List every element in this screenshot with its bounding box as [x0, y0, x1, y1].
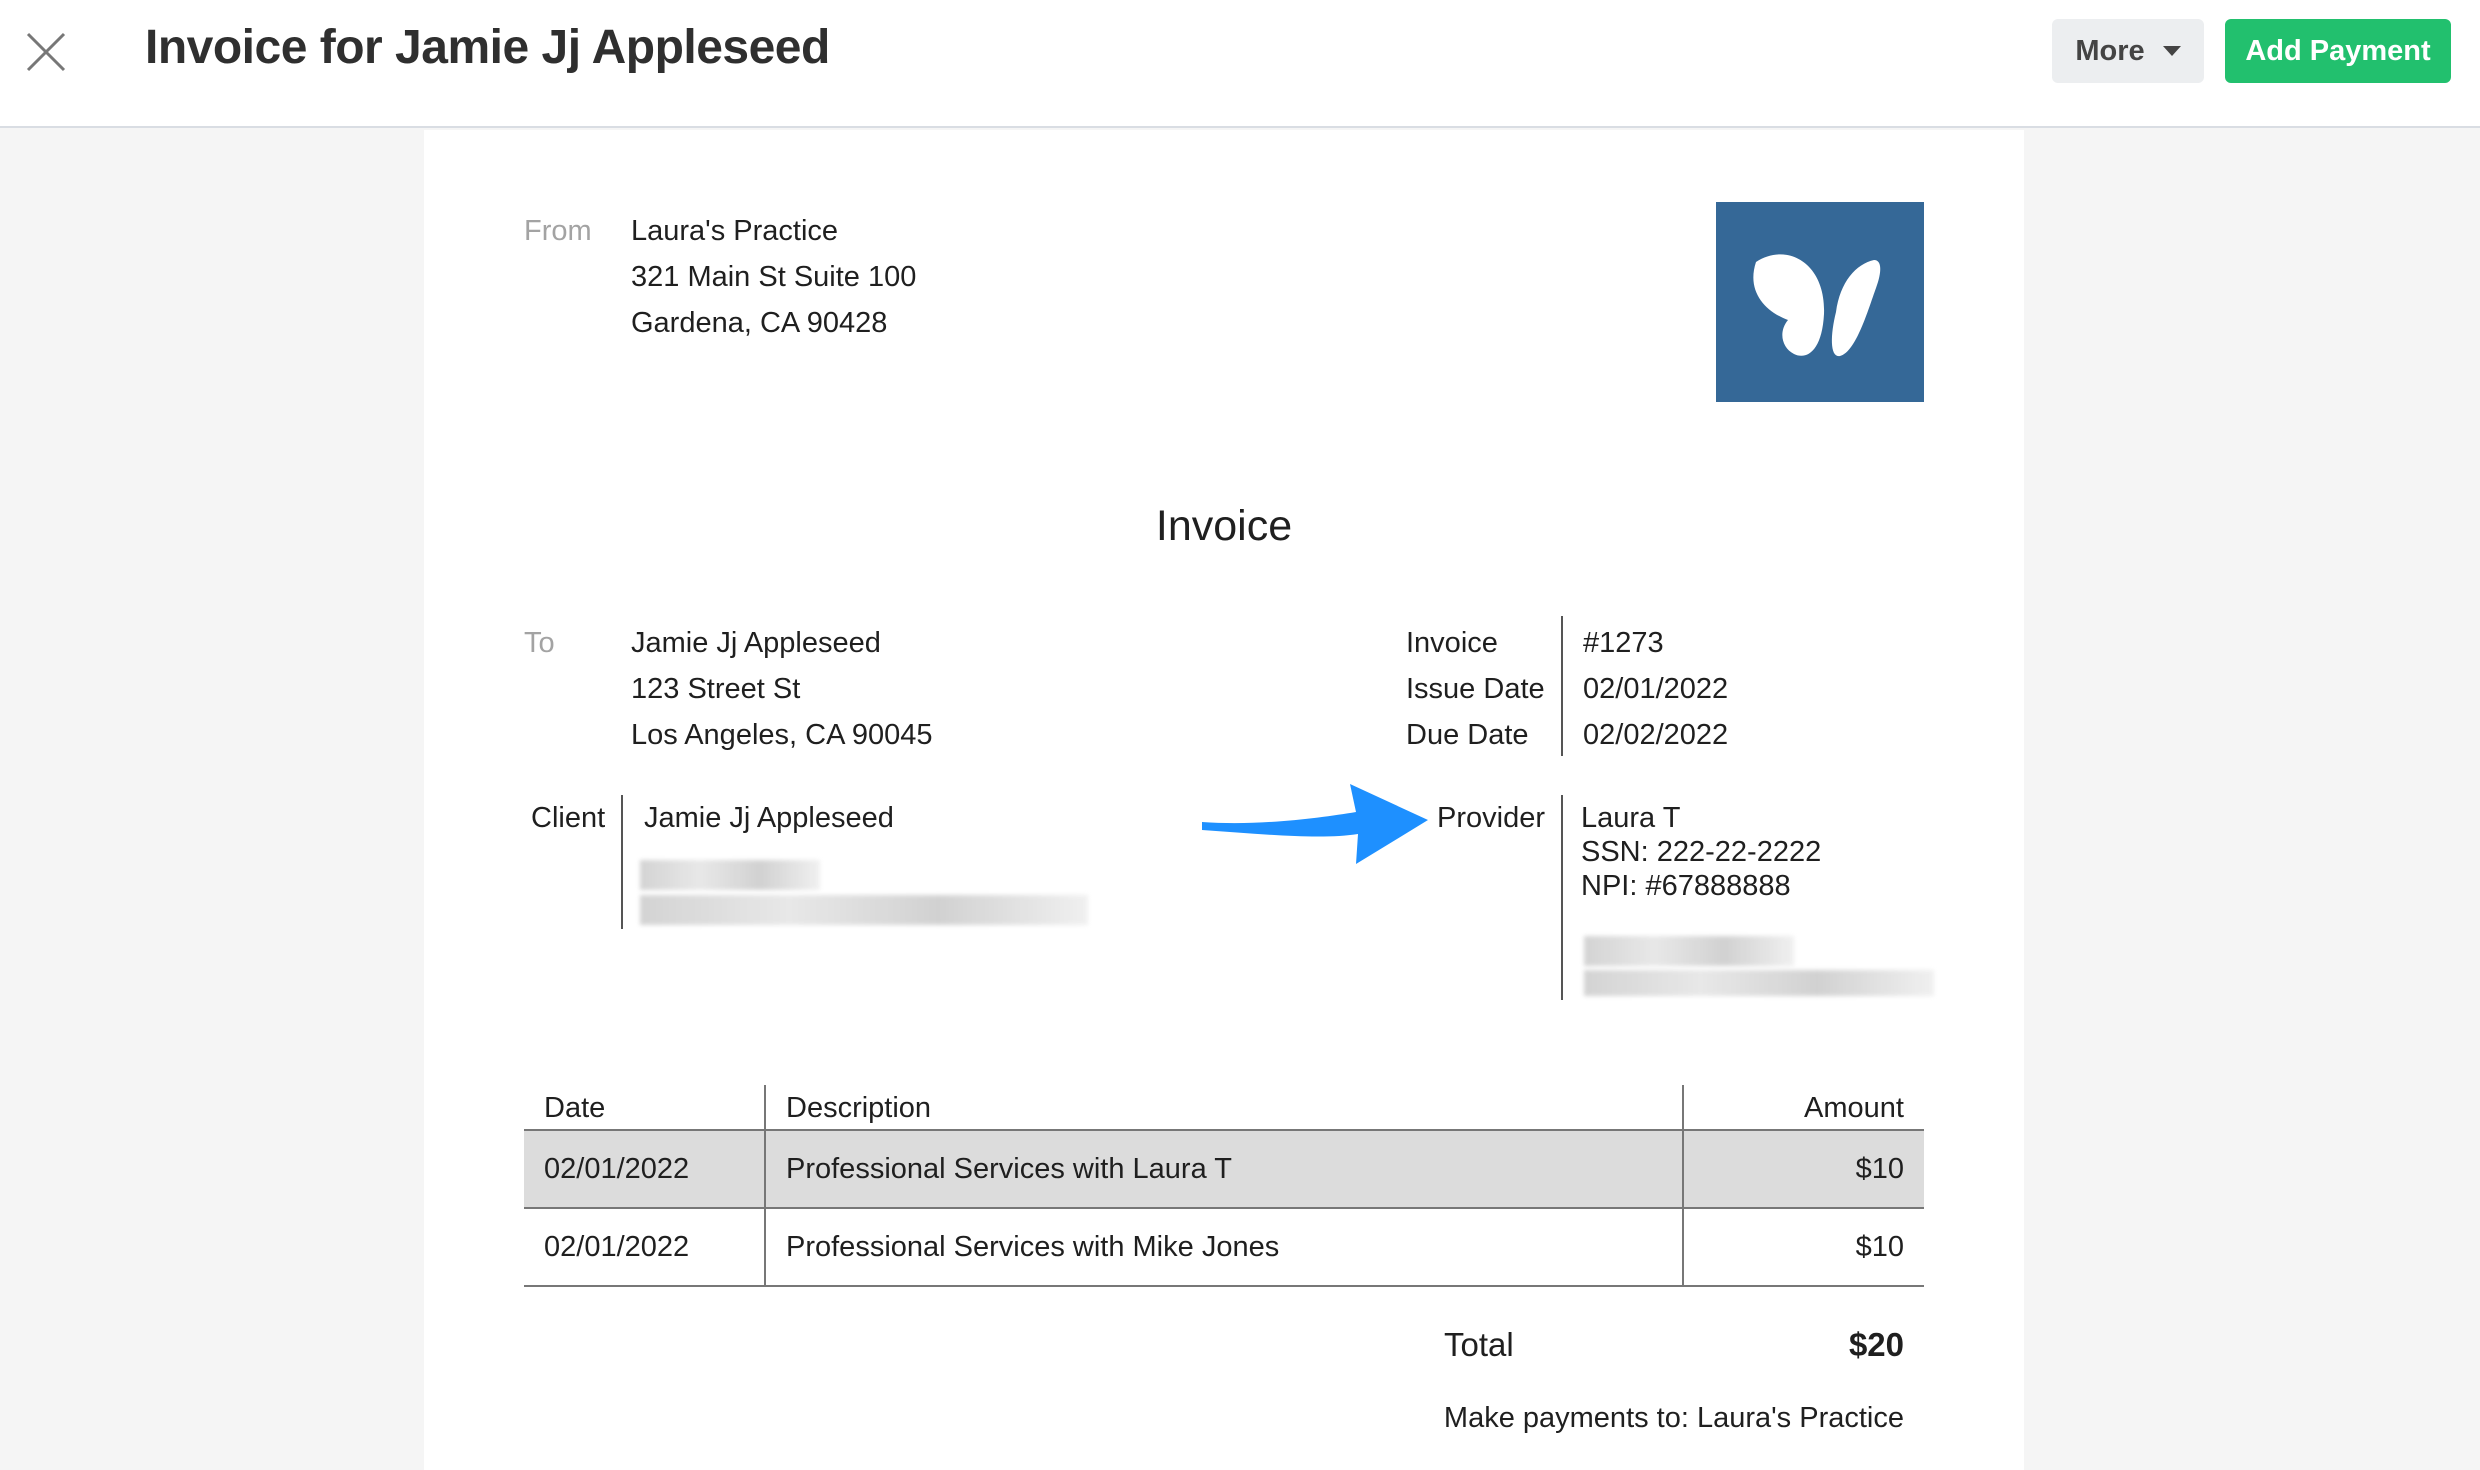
invoice-number-value: #1273 — [1583, 627, 1664, 659]
provider-ssn: SSN: 222-22-2222 — [1581, 836, 1822, 868]
invoice-meta-values: #1273 02/01/2022 02/02/2022 — [1583, 620, 1728, 758]
line-items-table: Date Description Amount 02/01/2022 Profe… — [524, 1085, 1924, 1287]
to-line: Los Angeles, CA 90045 — [631, 719, 933, 751]
redacted-client-info — [640, 895, 1088, 925]
from-address: Laura's Practice 321 Main St Suite 100 G… — [631, 208, 916, 346]
row-amount: $10 — [1683, 1130, 1924, 1209]
from-line: Gardena, CA 90428 — [631, 307, 888, 339]
caret-down-icon — [2162, 46, 2181, 56]
arrow-right-icon — [1202, 784, 1428, 864]
from-label: From — [524, 215, 592, 247]
row-description: Professional Services with Laura T — [765, 1130, 1684, 1209]
total-label: Total — [1444, 1326, 1514, 1363]
provider-name: Laura T — [1581, 802, 1681, 834]
from-line: Laura's Practice — [631, 215, 839, 247]
redacted-client-info — [640, 860, 820, 890]
payment-note: Make payments to: Laura's Practice — [1443, 1402, 1904, 1434]
row-description: Professional Services with Mike Jones — [765, 1208, 1684, 1287]
from-line: 321 Main St Suite 100 — [631, 261, 917, 293]
column-header-description: Description — [765, 1085, 1684, 1131]
row-amount: $10 — [1683, 1208, 1924, 1287]
redacted-provider-info — [1584, 936, 1794, 966]
close-icon[interactable] — [20, 26, 72, 78]
issue-date-label: Issue Date — [1406, 673, 1545, 705]
client-label: Client — [531, 802, 606, 834]
more-label: More — [2075, 34, 2145, 67]
client-divider — [621, 795, 623, 929]
practice-logo — [1716, 202, 1924, 402]
invoice-sheet: From Laura's Practice 321 Main St Suite … — [424, 130, 2024, 1470]
page-title: Invoice for Jamie Jj Appleseed — [145, 21, 830, 74]
total-value: $20 — [1848, 1326, 1904, 1363]
client-name: Jamie Jj Appleseed — [644, 802, 894, 834]
provider-divider — [1561, 795, 1563, 1000]
column-header-amount: Amount — [1683, 1085, 1924, 1131]
table-row[interactable]: 02/01/2022 Professional Services with La… — [524, 1130, 1924, 1209]
provider-label: Provider — [1437, 802, 1545, 834]
invoice-number-label: Invoice — [1406, 627, 1498, 659]
column-header-date: Date — [524, 1085, 766, 1131]
invoice-meta-labels: Invoice Issue Date Due Date — [1406, 620, 1545, 758]
to-address: Jamie Jj Appleseed 123 Street St Los Ang… — [631, 620, 933, 758]
header-bar: Invoice for Jamie Jj Appleseed More Add … — [0, 0, 2480, 128]
meta-divider — [1561, 616, 1563, 756]
add-payment-button[interactable]: Add Payment — [2225, 19, 2451, 83]
provider-details: Laura T SSN: 222-22-2222 NPI: #67888888 — [1581, 795, 1821, 903]
table-row[interactable]: 02/01/2022 Professional Services with Mi… — [524, 1208, 1924, 1287]
to-label: To — [524, 627, 555, 659]
table-header-row: Date Description Amount — [524, 1085, 1924, 1131]
to-line: Jamie Jj Appleseed — [631, 627, 881, 659]
provider-npi: NPI: #67888888 — [1581, 870, 1791, 902]
redacted-provider-info — [1584, 970, 1934, 996]
due-date-value: 02/02/2022 — [1583, 719, 1729, 751]
to-line: 123 Street St — [631, 673, 801, 705]
more-dropdown-button[interactable]: More — [2052, 19, 2204, 83]
row-date: 02/01/2022 — [524, 1130, 766, 1209]
butterfly-icon — [1753, 254, 1881, 357]
due-date-label: Due Date — [1406, 719, 1529, 751]
issue-date-value: 02/01/2022 — [1583, 673, 1729, 705]
row-date: 02/01/2022 — [524, 1208, 766, 1287]
invoice-heading: Invoice — [1155, 502, 1293, 550]
